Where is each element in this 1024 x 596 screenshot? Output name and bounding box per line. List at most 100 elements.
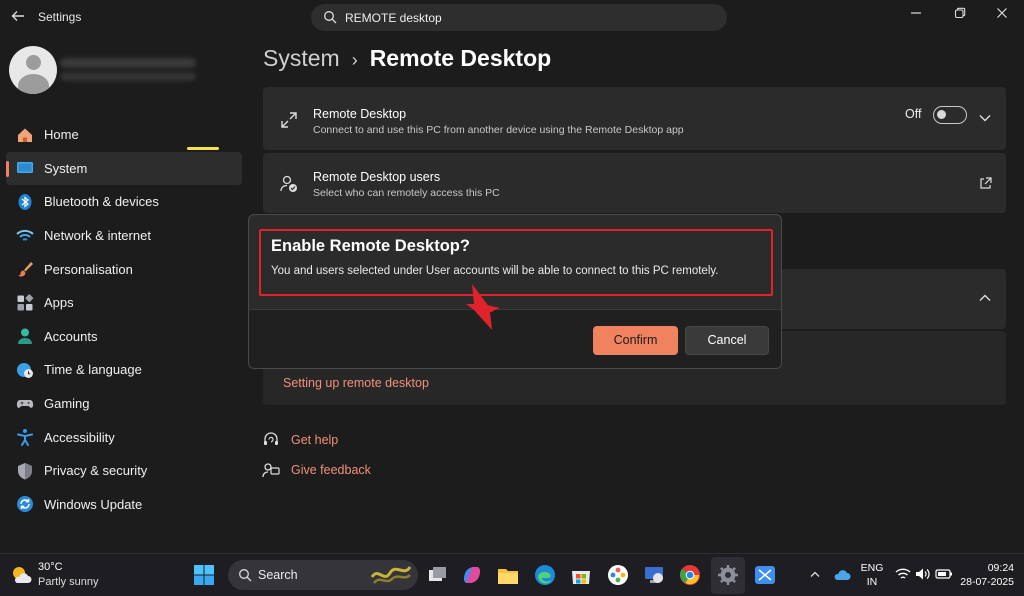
toggle-state-label: Off bbox=[905, 107, 922, 121]
chevron-up-icon[interactable] bbox=[979, 294, 991, 302]
search-icon bbox=[324, 11, 337, 24]
sidebar-item-privacy[interactable]: Privacy & security bbox=[6, 454, 242, 488]
back-arrow-icon[interactable] bbox=[8, 8, 28, 26]
search-icon bbox=[239, 569, 252, 582]
volume-icon[interactable] bbox=[915, 567, 931, 581]
setting-description: Connect to and use this PC from another … bbox=[313, 124, 684, 136]
redacted-account-name bbox=[60, 58, 196, 68]
close-icon[interactable] bbox=[992, 6, 1012, 24]
copilot-icon[interactable] bbox=[461, 564, 483, 586]
remote-app-icon[interactable] bbox=[643, 564, 665, 586]
remote-desktop-icon bbox=[281, 112, 297, 128]
shield-icon bbox=[16, 462, 34, 480]
confirm-button[interactable]: Confirm bbox=[593, 326, 678, 355]
sidebar-item-personalisation[interactable]: Personalisation bbox=[6, 252, 242, 286]
microsoft-store-icon[interactable] bbox=[570, 564, 592, 586]
taskbar-search[interactable]: Search bbox=[228, 560, 418, 590]
sidebar-item-label: Accessibility bbox=[44, 429, 115, 445]
help-icon bbox=[264, 432, 278, 445]
sidebar-item-network[interactable]: Network & internet bbox=[6, 219, 242, 253]
system-icon bbox=[16, 159, 34, 177]
give-feedback-label: Give feedback bbox=[291, 463, 371, 477]
apps-icon bbox=[16, 294, 34, 312]
restore-icon[interactable] bbox=[950, 6, 970, 24]
search-input[interactable]: REMOTE desktop bbox=[311, 4, 727, 31]
edge-browser-icon[interactable] bbox=[534, 564, 556, 586]
setting-description: Select who can remotely access this PC bbox=[313, 187, 500, 199]
wifi-icon[interactable] bbox=[895, 567, 911, 581]
sidebar-item-label: Privacy & security bbox=[44, 463, 148, 479]
language-region[interactable]: IN bbox=[860, 576, 884, 588]
avatar[interactable] bbox=[9, 46, 57, 94]
feedback-icon bbox=[262, 463, 280, 478]
sidebar-item-label: Gaming bbox=[44, 396, 90, 412]
search-value: REMOTE desktop bbox=[345, 11, 442, 25]
sidebar-item-apps[interactable]: Apps bbox=[6, 286, 242, 320]
page-title: Remote Desktop bbox=[369, 45, 552, 71]
remote-desktop-setting-card[interactable]: Remote Desktop Connect to and use this P… bbox=[263, 87, 1006, 150]
users-icon bbox=[280, 175, 297, 192]
setting-title: Remote Desktop users bbox=[313, 170, 441, 184]
app-title: Settings bbox=[38, 10, 82, 24]
taskbar-search-label: Search bbox=[258, 568, 298, 582]
sidebar-item-windows-update[interactable]: Windows Update bbox=[6, 488, 242, 522]
sidebar-item-time-language[interactable]: Time & language bbox=[6, 353, 242, 387]
sidebar-item-gaming[interactable]: Gaming bbox=[6, 387, 242, 421]
file-explorer-icon[interactable] bbox=[497, 564, 519, 586]
chevron-down-icon[interactable] bbox=[979, 114, 991, 122]
sidebar-item-accessibility[interactable]: Accessibility bbox=[6, 420, 242, 454]
photos-app-icon[interactable] bbox=[607, 564, 629, 586]
accessibility-icon bbox=[16, 428, 34, 447]
title-bar: Settings REMOTE desktop bbox=[0, 0, 1024, 34]
search-highlight-icon bbox=[370, 566, 412, 584]
sidebar-item-label: Bluetooth & devices bbox=[44, 194, 159, 210]
home-icon bbox=[16, 126, 34, 144]
sidebar-nav: Home System Bluetooth & devices Network … bbox=[6, 118, 242, 521]
breadcrumb: System › Remote Desktop bbox=[263, 45, 551, 72]
brush-icon bbox=[16, 260, 34, 278]
settings-gear-icon[interactable] bbox=[717, 564, 739, 586]
annotation-arrow-icon bbox=[466, 284, 500, 330]
breadcrumb-separator: › bbox=[351, 50, 358, 70]
sidebar-item-label: Home bbox=[44, 127, 79, 143]
gamepad-icon bbox=[16, 395, 34, 413]
sidebar-item-label: Network & internet bbox=[44, 228, 151, 244]
globe-clock-icon bbox=[16, 361, 34, 379]
sidebar-item-label: Time & language bbox=[44, 362, 142, 378]
sidebar-item-system[interactable]: System bbox=[6, 151, 242, 186]
external-link-icon[interactable] bbox=[979, 177, 992, 190]
highlight-box bbox=[259, 229, 773, 296]
task-view-icon[interactable] bbox=[426, 564, 448, 586]
sidebar-item-bluetooth[interactable]: Bluetooth & devices bbox=[6, 185, 242, 219]
windows-start-icon[interactable] bbox=[193, 564, 215, 586]
setting-up-remote-desktop-link[interactable]: Setting up remote desktop bbox=[283, 376, 429, 390]
snipping-tool-icon[interactable] bbox=[754, 564, 776, 586]
accounts-icon bbox=[16, 327, 34, 345]
enable-remote-desktop-dialog: Enable Remote Desktop? You and users sel… bbox=[248, 214, 782, 369]
minimize-icon[interactable] bbox=[906, 6, 926, 24]
wifi-icon bbox=[16, 227, 34, 245]
redacted-account-email bbox=[60, 72, 196, 81]
sidebar-item-label: System bbox=[44, 160, 88, 176]
language-code[interactable]: ENG bbox=[860, 562, 884, 574]
weather-condition: Partly sunny bbox=[38, 576, 99, 588]
taskbar: 30°C Partly sunny Search ENG IN 09:24 28… bbox=[0, 553, 1024, 596]
cloud-icon[interactable] bbox=[833, 566, 851, 582]
annotation-mark bbox=[187, 147, 219, 150]
remote-desktop-toggle[interactable] bbox=[933, 106, 967, 124]
weather-temperature: 30°C bbox=[38, 561, 63, 573]
breadcrumb-parent[interactable]: System bbox=[263, 45, 340, 71]
sidebar-item-label: Windows Update bbox=[44, 496, 143, 512]
cancel-button[interactable]: Cancel bbox=[685, 326, 769, 355]
clock-date[interactable]: 28-07-2025 bbox=[954, 576, 1024, 588]
battery-icon[interactable] bbox=[935, 568, 953, 580]
chevron-up-icon[interactable] bbox=[810, 570, 820, 578]
chrome-browser-icon[interactable] bbox=[679, 564, 701, 586]
get-help-link[interactable]: Get help bbox=[262, 431, 338, 449]
sidebar-item-label: Apps bbox=[44, 295, 74, 311]
sidebar-item-accounts[interactable]: Accounts bbox=[6, 320, 242, 354]
give-feedback-link[interactable]: Give feedback bbox=[262, 461, 371, 479]
remote-desktop-users-card[interactable]: Remote Desktop users Select who can remo… bbox=[263, 153, 1006, 213]
partly-sunny-icon bbox=[13, 567, 32, 583]
clock-time[interactable]: 09:24 bbox=[964, 562, 1024, 574]
